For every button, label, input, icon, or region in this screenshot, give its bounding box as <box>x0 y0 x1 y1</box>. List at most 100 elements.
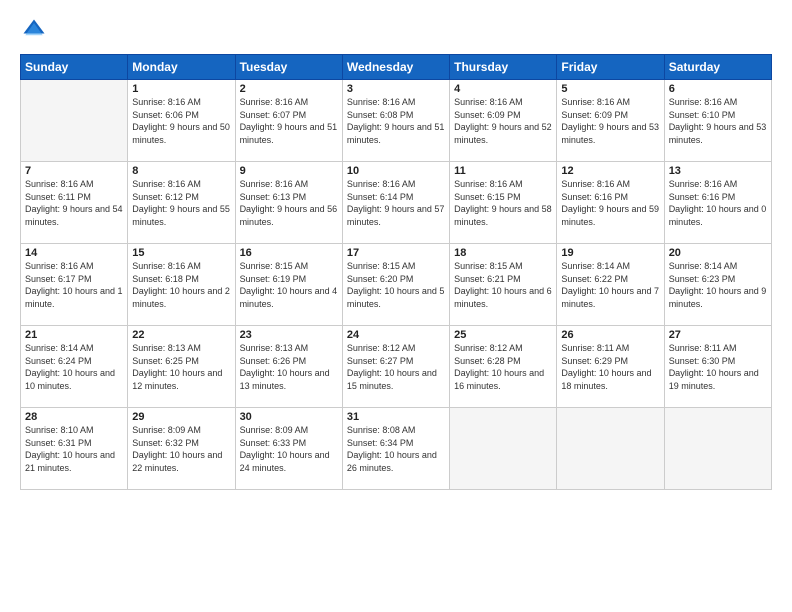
day-info: Sunrise: 8:16 AM Sunset: 6:08 PM Dayligh… <box>347 96 445 146</box>
day-number: 29 <box>132 411 230 423</box>
calendar-cell: 15Sunrise: 8:16 AM Sunset: 6:18 PM Dayli… <box>128 244 235 326</box>
page: SundayMondayTuesdayWednesdayThursdayFrid… <box>0 0 792 612</box>
day-info: Sunrise: 8:16 AM Sunset: 6:16 PM Dayligh… <box>669 178 767 228</box>
day-info: Sunrise: 8:11 AM Sunset: 6:30 PM Dayligh… <box>669 342 767 392</box>
calendar-cell: 5Sunrise: 8:16 AM Sunset: 6:09 PM Daylig… <box>557 80 664 162</box>
calendar-cell: 17Sunrise: 8:15 AM Sunset: 6:20 PM Dayli… <box>342 244 449 326</box>
day-number: 8 <box>132 165 230 177</box>
calendar-cell: 8Sunrise: 8:16 AM Sunset: 6:12 PM Daylig… <box>128 162 235 244</box>
header <box>20 16 772 44</box>
calendar-cell: 6Sunrise: 8:16 AM Sunset: 6:10 PM Daylig… <box>664 80 771 162</box>
logo-icon <box>20 16 48 44</box>
day-number: 21 <box>25 329 123 341</box>
calendar-cell: 14Sunrise: 8:16 AM Sunset: 6:17 PM Dayli… <box>21 244 128 326</box>
day-number: 12 <box>561 165 659 177</box>
day-info: Sunrise: 8:09 AM Sunset: 6:33 PM Dayligh… <box>240 424 338 474</box>
weekday-header: Monday <box>128 55 235 80</box>
day-info: Sunrise: 8:10 AM Sunset: 6:31 PM Dayligh… <box>25 424 123 474</box>
day-number: 4 <box>454 83 552 95</box>
day-info: Sunrise: 8:08 AM Sunset: 6:34 PM Dayligh… <box>347 424 445 474</box>
day-info: Sunrise: 8:16 AM Sunset: 6:10 PM Dayligh… <box>669 96 767 146</box>
calendar-cell: 2Sunrise: 8:16 AM Sunset: 6:07 PM Daylig… <box>235 80 342 162</box>
weekday-header: Wednesday <box>342 55 449 80</box>
day-info: Sunrise: 8:14 AM Sunset: 6:24 PM Dayligh… <box>25 342 123 392</box>
calendar-cell <box>450 408 557 490</box>
day-number: 9 <box>240 165 338 177</box>
calendar-cell: 4Sunrise: 8:16 AM Sunset: 6:09 PM Daylig… <box>450 80 557 162</box>
day-number: 28 <box>25 411 123 423</box>
day-number: 2 <box>240 83 338 95</box>
calendar-table: SundayMondayTuesdayWednesdayThursdayFrid… <box>20 54 772 490</box>
day-number: 20 <box>669 247 767 259</box>
day-number: 25 <box>454 329 552 341</box>
calendar-cell: 21Sunrise: 8:14 AM Sunset: 6:24 PM Dayli… <box>21 326 128 408</box>
day-number: 23 <box>240 329 338 341</box>
day-number: 22 <box>132 329 230 341</box>
day-number: 11 <box>454 165 552 177</box>
day-number: 5 <box>561 83 659 95</box>
calendar-week-row: 21Sunrise: 8:14 AM Sunset: 6:24 PM Dayli… <box>21 326 772 408</box>
calendar-cell: 11Sunrise: 8:16 AM Sunset: 6:15 PM Dayli… <box>450 162 557 244</box>
calendar-cell: 27Sunrise: 8:11 AM Sunset: 6:30 PM Dayli… <box>664 326 771 408</box>
day-info: Sunrise: 8:16 AM Sunset: 6:13 PM Dayligh… <box>240 178 338 228</box>
day-number: 19 <box>561 247 659 259</box>
calendar-week-row: 7Sunrise: 8:16 AM Sunset: 6:11 PM Daylig… <box>21 162 772 244</box>
weekday-header: Friday <box>557 55 664 80</box>
calendar-cell <box>664 408 771 490</box>
day-number: 27 <box>669 329 767 341</box>
calendar-cell: 13Sunrise: 8:16 AM Sunset: 6:16 PM Dayli… <box>664 162 771 244</box>
day-info: Sunrise: 8:16 AM Sunset: 6:06 PM Dayligh… <box>132 96 230 146</box>
day-info: Sunrise: 8:12 AM Sunset: 6:28 PM Dayligh… <box>454 342 552 392</box>
day-number: 16 <box>240 247 338 259</box>
weekday-header-row: SundayMondayTuesdayWednesdayThursdayFrid… <box>21 55 772 80</box>
calendar-cell: 3Sunrise: 8:16 AM Sunset: 6:08 PM Daylig… <box>342 80 449 162</box>
calendar-cell: 26Sunrise: 8:11 AM Sunset: 6:29 PM Dayli… <box>557 326 664 408</box>
calendar-cell: 20Sunrise: 8:14 AM Sunset: 6:23 PM Dayli… <box>664 244 771 326</box>
day-number: 31 <box>347 411 445 423</box>
day-number: 17 <box>347 247 445 259</box>
day-info: Sunrise: 8:16 AM Sunset: 6:09 PM Dayligh… <box>454 96 552 146</box>
calendar-cell: 24Sunrise: 8:12 AM Sunset: 6:27 PM Dayli… <box>342 326 449 408</box>
day-number: 30 <box>240 411 338 423</box>
calendar-week-row: 14Sunrise: 8:16 AM Sunset: 6:17 PM Dayli… <box>21 244 772 326</box>
calendar-cell: 25Sunrise: 8:12 AM Sunset: 6:28 PM Dayli… <box>450 326 557 408</box>
day-number: 10 <box>347 165 445 177</box>
day-number: 26 <box>561 329 659 341</box>
day-info: Sunrise: 8:14 AM Sunset: 6:23 PM Dayligh… <box>669 260 767 310</box>
calendar-cell: 18Sunrise: 8:15 AM Sunset: 6:21 PM Dayli… <box>450 244 557 326</box>
day-info: Sunrise: 8:13 AM Sunset: 6:26 PM Dayligh… <box>240 342 338 392</box>
calendar-cell: 10Sunrise: 8:16 AM Sunset: 6:14 PM Dayli… <box>342 162 449 244</box>
day-info: Sunrise: 8:16 AM Sunset: 6:07 PM Dayligh… <box>240 96 338 146</box>
calendar-cell: 9Sunrise: 8:16 AM Sunset: 6:13 PM Daylig… <box>235 162 342 244</box>
day-number: 7 <box>25 165 123 177</box>
day-info: Sunrise: 8:15 AM Sunset: 6:20 PM Dayligh… <box>347 260 445 310</box>
calendar-cell: 7Sunrise: 8:16 AM Sunset: 6:11 PM Daylig… <box>21 162 128 244</box>
calendar-cell: 28Sunrise: 8:10 AM Sunset: 6:31 PM Dayli… <box>21 408 128 490</box>
calendar-cell: 19Sunrise: 8:14 AM Sunset: 6:22 PM Dayli… <box>557 244 664 326</box>
day-info: Sunrise: 8:09 AM Sunset: 6:32 PM Dayligh… <box>132 424 230 474</box>
calendar-cell: 23Sunrise: 8:13 AM Sunset: 6:26 PM Dayli… <box>235 326 342 408</box>
day-info: Sunrise: 8:16 AM Sunset: 6:18 PM Dayligh… <box>132 260 230 310</box>
weekday-header: Sunday <box>21 55 128 80</box>
day-number: 18 <box>454 247 552 259</box>
day-info: Sunrise: 8:16 AM Sunset: 6:15 PM Dayligh… <box>454 178 552 228</box>
day-info: Sunrise: 8:14 AM Sunset: 6:22 PM Dayligh… <box>561 260 659 310</box>
calendar-cell <box>21 80 128 162</box>
calendar-cell: 12Sunrise: 8:16 AM Sunset: 6:16 PM Dayli… <box>557 162 664 244</box>
day-number: 6 <box>669 83 767 95</box>
calendar-cell: 16Sunrise: 8:15 AM Sunset: 6:19 PM Dayli… <box>235 244 342 326</box>
calendar-cell: 29Sunrise: 8:09 AM Sunset: 6:32 PM Dayli… <box>128 408 235 490</box>
day-info: Sunrise: 8:15 AM Sunset: 6:19 PM Dayligh… <box>240 260 338 310</box>
calendar-week-row: 1Sunrise: 8:16 AM Sunset: 6:06 PM Daylig… <box>21 80 772 162</box>
day-info: Sunrise: 8:16 AM Sunset: 6:11 PM Dayligh… <box>25 178 123 228</box>
day-info: Sunrise: 8:16 AM Sunset: 6:14 PM Dayligh… <box>347 178 445 228</box>
logo <box>20 16 52 44</box>
day-info: Sunrise: 8:16 AM Sunset: 6:17 PM Dayligh… <box>25 260 123 310</box>
day-info: Sunrise: 8:13 AM Sunset: 6:25 PM Dayligh… <box>132 342 230 392</box>
calendar-cell: 30Sunrise: 8:09 AM Sunset: 6:33 PM Dayli… <box>235 408 342 490</box>
calendar-cell: 31Sunrise: 8:08 AM Sunset: 6:34 PM Dayli… <box>342 408 449 490</box>
weekday-header: Thursday <box>450 55 557 80</box>
calendar-cell: 1Sunrise: 8:16 AM Sunset: 6:06 PM Daylig… <box>128 80 235 162</box>
weekday-header: Tuesday <box>235 55 342 80</box>
day-number: 24 <box>347 329 445 341</box>
